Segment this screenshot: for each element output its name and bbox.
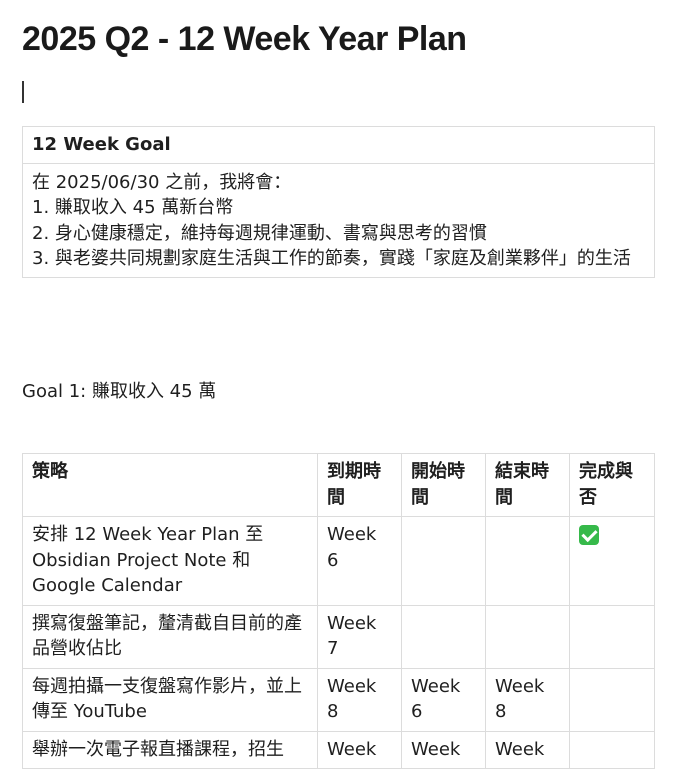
cell-start[interactable] (401, 604, 486, 669)
goal-1-heading[interactable]: Goal 1: 賺取收入 45 萬 (22, 379, 216, 404)
goal-item-2: 2. 身心健康穩定，維持每週規律運動、書寫與思考的習慣 (32, 222, 487, 244)
page-title[interactable]: 2025 Q2 - 12 Week Year Plan (22, 18, 467, 60)
cell-start[interactable]: Week (401, 730, 486, 769)
check-mark-button-icon (579, 525, 599, 545)
header-start-time[interactable]: 開始時間 (401, 453, 486, 517)
cell-end[interactable] (485, 516, 570, 606)
cell-due[interactable]: Week (317, 730, 402, 769)
cell-start[interactable]: Week 6 (401, 667, 486, 732)
cell-done[interactable] (569, 667, 655, 732)
cell-done[interactable] (569, 604, 655, 669)
header-completed[interactable]: 完成與否 (569, 453, 655, 517)
cell-strategy[interactable]: 舉辦一次電子報直播課程，招生 (22, 730, 318, 769)
cell-done[interactable] (569, 516, 655, 606)
header-due-time[interactable]: 到期時間 (317, 453, 402, 517)
goal-item-3: 3. 與老婆共同規劃家庭生活與工作的節奏，實踐「家庭及創業夥伴」的生活 (32, 248, 631, 269)
cell-strategy[interactable]: 每週拍攝一支復盤寫作影片，並上傳至 YouTube (22, 667, 318, 732)
cell-due[interactable]: Week 7 (317, 604, 402, 669)
cell-due[interactable]: Week 8 (317, 667, 402, 732)
cell-strategy[interactable]: 安排 12 Week Year Plan 至 Obsidian Project … (22, 516, 318, 606)
table-row: 撰寫復盤筆記，釐清截自目前的產品營收佔比 Week 7 (22, 604, 655, 669)
cell-strategy[interactable]: 撰寫復盤筆記，釐清截自目前的產品營收佔比 (22, 604, 318, 669)
table-row: 每週拍攝一支復盤寫作影片，並上傳至 YouTube Week 8 Week 6 … (22, 667, 655, 732)
strategy-table-header-row: 策略 到期時間 開始時間 結束時間 完成與否 (22, 453, 655, 517)
cell-end[interactable]: Week 8 (485, 667, 570, 732)
goal-intro-line: 在 2025/06/30 之前，我將會： (32, 171, 292, 193)
strategy-table: 策略 到期時間 開始時間 結束時間 完成與否 安排 12 Week Year P… (22, 453, 655, 769)
header-strategy[interactable]: 策略 (22, 453, 318, 517)
text-cursor (22, 81, 24, 103)
cell-end[interactable] (485, 604, 570, 669)
goal-table-cell[interactable]: 在 2025/06/30 之前，我將會： 1. 賺取收入 45 萬新台幣 2. … (22, 162, 655, 278)
table-row: 安排 12 Week Year Plan 至 Obsidian Project … (22, 516, 655, 606)
cell-start[interactable] (401, 516, 486, 606)
goal-item-1: 1. 賺取收入 45 萬新台幣 (32, 197, 234, 218)
goal-table-header-row: 12 Week Goal (22, 126, 655, 164)
table-row: 舉辦一次電子報直播課程，招生 Week Week Week (22, 730, 655, 769)
cell-due[interactable]: Week 6 (317, 516, 402, 606)
goal-table-header[interactable]: 12 Week Goal (22, 126, 655, 164)
header-end-time[interactable]: 結束時間 (485, 453, 570, 517)
cell-end[interactable]: Week (485, 730, 570, 769)
cell-done[interactable] (569, 730, 655, 769)
goal-table: 12 Week Goal 在 2025/06/30 之前，我將會： 1. 賺取收… (22, 126, 655, 278)
goal-table-row: 在 2025/06/30 之前，我將會： 1. 賺取收入 45 萬新台幣 2. … (22, 162, 655, 278)
